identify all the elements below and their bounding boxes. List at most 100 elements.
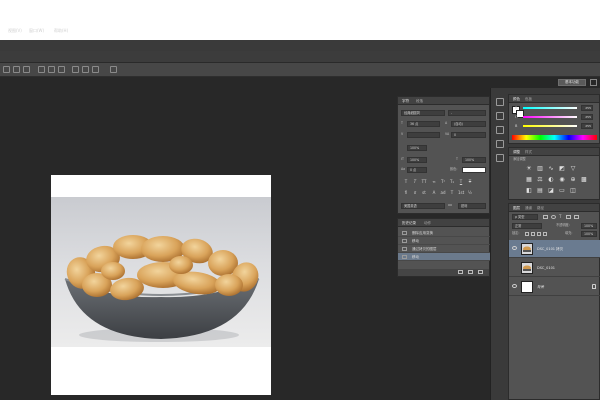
workspace-switcher[interactable]: 基本功能 (558, 79, 586, 86)
document-canvas[interactable] (51, 175, 271, 395)
history-item[interactable]: 通过拷贝的图层 (398, 245, 490, 253)
distribute-right-icon[interactable] (92, 66, 99, 73)
subscript-button[interactable]: T₁ (449, 179, 455, 185)
ordinals-button[interactable]: T (449, 190, 455, 196)
lock-position-icon[interactable] (537, 232, 541, 236)
align-left-icon[interactable] (3, 66, 10, 73)
history-item-selected[interactable]: 移动 (398, 253, 490, 261)
tab-swatches[interactable]: 色板 (525, 96, 532, 102)
threshold-icon[interactable]: ◪ (547, 187, 555, 195)
vertical-scale-field[interactable]: 100% (407, 157, 427, 163)
layer-filter-select[interactable]: ρ 类型 (512, 214, 538, 220)
titling-button[interactable]: ad (440, 190, 446, 196)
filter-shape-icon[interactable] (566, 215, 571, 219)
tab-layers[interactable]: 图层 (513, 205, 520, 211)
distribute-top-icon[interactable] (38, 66, 45, 73)
text-color-swatch[interactable] (462, 167, 486, 173)
levels-icon[interactable]: ▥ (536, 165, 544, 173)
align-right-icon[interactable] (23, 66, 30, 73)
alternates-button[interactable]: A (431, 190, 437, 196)
tab-paragraph[interactable]: 段落 (416, 98, 423, 104)
distribute-left-icon[interactable] (72, 66, 79, 73)
scale-field[interactable]: 100% (407, 145, 427, 151)
opacity-field[interactable]: 100% (581, 223, 597, 229)
blend-mode-select[interactable]: 正常 (512, 223, 542, 229)
fractions-button[interactable]: 1st (458, 190, 464, 196)
tab-history[interactable]: 历史记录 (402, 220, 416, 226)
menu-item-help[interactable]: 帮助(H) (54, 27, 68, 34)
tracking-field[interactable]: 0 (451, 132, 486, 138)
new-document-icon[interactable] (458, 270, 463, 274)
tab-actions[interactable]: 动作 (424, 220, 431, 226)
bw-icon[interactable]: ◐ (547, 176, 555, 184)
brightness-icon[interactable]: ☀ (525, 165, 533, 173)
blue-value[interactable]: 255 (581, 123, 593, 129)
font-family-select[interactable]: 经典细圆简 (401, 110, 445, 116)
small-caps-button[interactable]: Tt (431, 179, 437, 185)
hsl-icon[interactable]: ▦ (525, 176, 533, 184)
tab-channels[interactable]: 通道 (525, 205, 532, 211)
eye-icon[interactable] (512, 246, 517, 250)
menu-item-window[interactable]: 窗口(W) (29, 27, 44, 34)
distribute-middle-icon[interactable] (48, 66, 55, 73)
lock-all-icon[interactable] (543, 232, 547, 236)
filter-pixel-icon[interactable] (543, 215, 548, 219)
lock-transparent-icon[interactable] (525, 232, 529, 236)
workspace-menu-icon[interactable] (590, 79, 597, 86)
tab-color[interactable]: 颜色 (513, 96, 520, 102)
tab-character[interactable]: 字符 (402, 98, 409, 104)
snapshot-icon[interactable] (468, 270, 473, 274)
color-spectrum-bar[interactable] (512, 135, 597, 140)
red-slider[interactable]: R 255 (515, 105, 593, 111)
green-slider[interactable]: G 255 (515, 114, 593, 120)
vibrance-icon[interactable]: ▽ (569, 165, 577, 173)
invert-icon[interactable]: ◧ (525, 187, 533, 195)
font-size-field[interactable]: 36 点 (407, 121, 440, 127)
gradient-map-icon[interactable]: ▭ (558, 187, 566, 195)
properties-dock-icon[interactable] (496, 126, 504, 134)
baseline-shift-field[interactable]: 0 点 (407, 167, 427, 173)
green-track[interactable] (523, 116, 577, 118)
language-select[interactable]: 美国英语 (401, 203, 445, 209)
filter-adjustment-icon[interactable] (551, 215, 556, 219)
horizontal-scale-field[interactable]: 100% (462, 157, 486, 163)
info-dock-icon[interactable] (496, 112, 504, 120)
exposure-icon[interactable]: ◩ (558, 165, 566, 173)
red-track[interactable] (523, 107, 577, 109)
selective-color-icon[interactable]: ◫ (569, 187, 577, 195)
red-value[interactable]: 255 (581, 105, 593, 111)
clone-dock-icon[interactable] (496, 154, 504, 162)
history-item[interactable]: 移动 (398, 237, 490, 245)
fill-field[interactable]: 100% (581, 231, 597, 237)
blue-track[interactable] (523, 125, 577, 127)
layer-row[interactable]: DSC_0101 (509, 259, 600, 277)
kerning-field[interactable] (407, 132, 440, 138)
blue-slider[interactable]: B 255 (515, 123, 593, 129)
green-value[interactable]: 255 (581, 114, 593, 120)
distribute-bottom-icon[interactable] (58, 66, 65, 73)
color-balance-icon[interactable]: ⚖ (536, 176, 544, 184)
leading-field[interactable]: (自动) (451, 121, 486, 127)
faux-italic-button[interactable]: T (412, 179, 418, 185)
history-item[interactable]: 删除应用变换 (398, 229, 490, 237)
oldstyle-button[interactable]: σ (412, 190, 418, 196)
distribute-hcenter-icon[interactable] (82, 66, 89, 73)
font-style-select[interactable]: - (448, 110, 486, 116)
auto-align-icon[interactable] (110, 66, 117, 73)
eye-icon[interactable] (512, 284, 517, 288)
layer-row[interactable]: DSC_0101 拷贝 (509, 240, 600, 258)
curves-icon[interactable]: ∿ (547, 165, 555, 173)
faux-bold-button[interactable]: T (403, 179, 409, 185)
history-dock-icon[interactable] (496, 98, 504, 106)
menu-item-view[interactable]: 视图(V) (8, 27, 22, 34)
tab-styles[interactable]: 样式 (525, 149, 532, 155)
layer-row[interactable]: 背景 (509, 278, 600, 296)
half-button[interactable]: ½ (467, 190, 473, 196)
strikethrough-button[interactable]: T (467, 179, 473, 185)
underline-button[interactable]: T (458, 179, 464, 185)
posterize-icon[interactable]: ▤ (536, 187, 544, 195)
photo-filter-icon[interactable]: ◉ (558, 176, 566, 184)
channel-mixer-icon[interactable]: ⊕ (569, 176, 577, 184)
tab-paths[interactable]: 路径 (537, 205, 544, 211)
all-caps-button[interactable]: TT (421, 179, 427, 185)
